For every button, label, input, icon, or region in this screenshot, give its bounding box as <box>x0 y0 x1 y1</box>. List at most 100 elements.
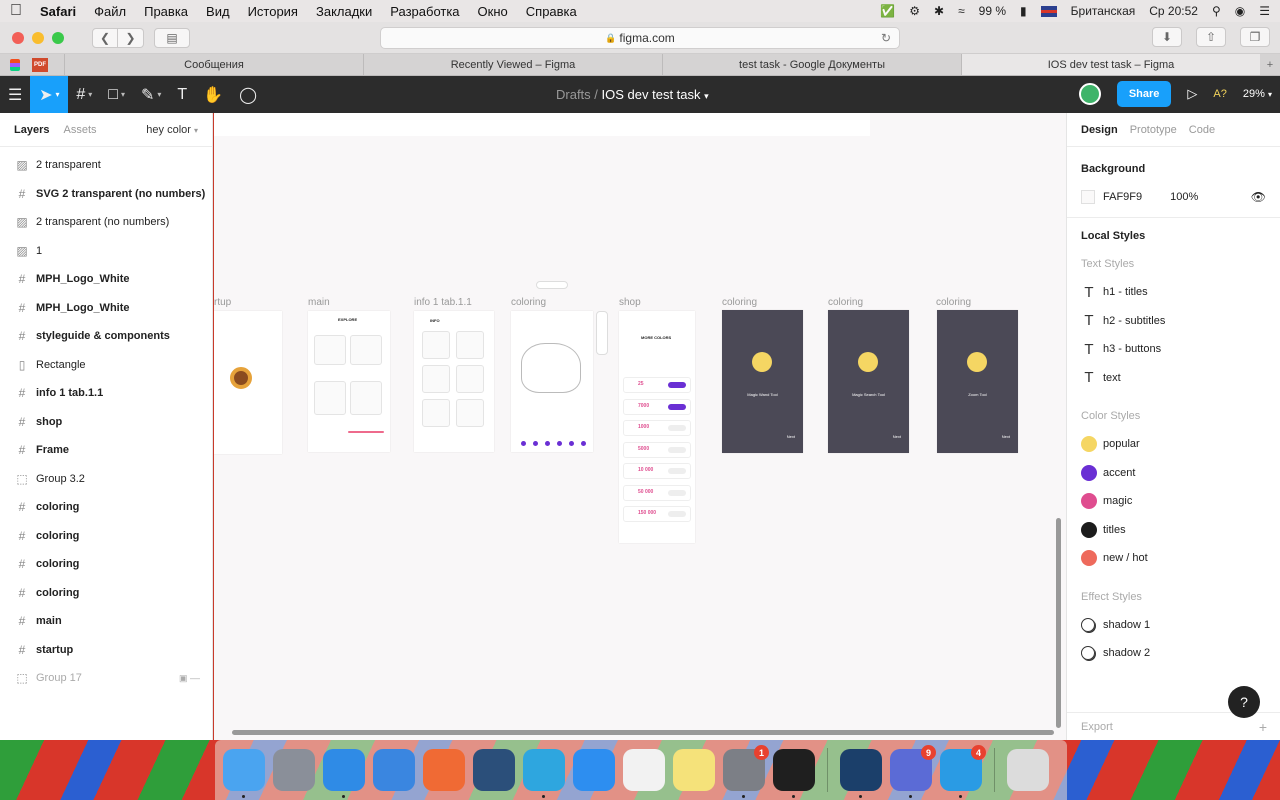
dock-app-telegram-icon[interactable] <box>523 749 565 798</box>
tab-recently-viewed[interactable]: Recently Viewed – Figma <box>363 54 662 75</box>
frame-label-shop[interactable]: shop <box>619 297 641 308</box>
accessibility-badge[interactable]: A? <box>1213 88 1226 100</box>
styleguide-frame-partial[interactable] <box>214 113 870 136</box>
dock-app-discord-icon[interactable]: 9 <box>890 745 936 798</box>
close-window-button[interactable] <box>12 31 24 44</box>
layer-row[interactable]: ⬚ Group 3.2 <box>0 465 212 494</box>
background-row[interactable]: FAF9F9 100% 👁 <box>1067 183 1280 211</box>
coloring-artboard-1[interactable] <box>511 311 593 452</box>
dock-app-trash-icon[interactable] <box>1007 749 1049 791</box>
main-artboard[interactable]: EXPLORE <box>308 311 390 452</box>
spotlight-search-icon[interactable]: ⚲ <box>1212 4 1221 18</box>
layer-row[interactable]: # coloring <box>0 522 212 551</box>
color-pill-component[interactable] <box>536 281 568 289</box>
file-breadcrumb[interactable]: Drafts / IOS dev test task ▾ <box>556 87 709 102</box>
back-arrow-icon[interactable]: ❮ <box>92 27 118 48</box>
text-tool-icon[interactable]: T <box>169 76 195 113</box>
notification-center-icon[interactable]: ☰ <box>1259 4 1270 18</box>
tab-assets[interactable]: Assets <box>63 124 96 136</box>
effect-style-row[interactable]: shadow 2 <box>1067 639 1280 668</box>
lock-hide-icon[interactable]: ▣ ‒‒ <box>179 673 200 684</box>
comment-tool-icon[interactable]: ◯ <box>231 76 265 113</box>
background-swatch[interactable] <box>1081 190 1095 204</box>
text-style-row[interactable]: Th2 - subtitles <box>1067 307 1280 336</box>
frame-label-coloring-4[interactable]: coloring <box>936 297 971 308</box>
frame-label-coloring-3[interactable]: coloring <box>828 297 863 308</box>
tab-messages[interactable]: Сообщения <box>64 54 363 75</box>
dock-app-instruments-icon[interactable] <box>423 749 465 791</box>
checkmark-status-icon[interactable]: ✅ <box>880 4 895 18</box>
startup-artboard[interactable] <box>214 311 282 454</box>
layer-row[interactable]: ⬚ Group 17 ▣ ‒‒ <box>0 664 212 693</box>
layer-row[interactable]: # coloring <box>0 579 212 608</box>
zoom-level[interactable]: 29% ▾ <box>1243 88 1272 100</box>
shop-artboard[interactable]: MORE COLORS 25 7000 1000 5000 10 000 50 000 15… <box>619 311 695 543</box>
text-style-row[interactable]: Th3 - buttons <box>1067 335 1280 364</box>
horizontal-scrollbar[interactable] <box>232 730 1054 735</box>
text-style-row[interactable]: Ttext <box>1067 364 1280 393</box>
dock-app-music-icon[interactable] <box>623 749 665 791</box>
add-export-icon[interactable]: + <box>1259 719 1267 735</box>
pdf-pinned-icon[interactable]: PDF <box>32 57 48 72</box>
menu-history[interactable]: История <box>248 4 298 19</box>
dock-app-safari-icon[interactable] <box>323 749 365 798</box>
battery-icon[interactable]: ▮ <box>1020 4 1027 18</box>
tab-layers[interactable]: Layers <box>14 124 49 136</box>
sidebar-toggle-icon[interactable]: ▤ <box>154 27 190 48</box>
figma-canvas[interactable]: rtup main info 1 tab.1.1 coloring shop c… <box>214 113 1066 740</box>
color-style-row[interactable]: titles <box>1067 516 1280 545</box>
siri-icon[interactable]: ◉ <box>1235 4 1245 18</box>
share-sheet-icon[interactable]: ⇧ <box>1196 27 1226 47</box>
layer-row[interactable]: # main <box>0 607 212 636</box>
uk-flag-icon[interactable] <box>1040 5 1057 17</box>
gear-status-icon[interactable]: ⚙ <box>909 4 920 18</box>
tool-card-artboard[interactable]: Magic Search Tool Next <box>828 310 909 453</box>
pen-tool-icon[interactable]: ✎ ▾ <box>133 76 169 113</box>
info-artboard[interactable]: INFO <box>414 311 494 452</box>
menu-help[interactable]: Справка <box>526 4 577 19</box>
layer-row[interactable]: # startup <box>0 636 212 665</box>
menu-window[interactable]: Окно <box>478 4 508 19</box>
layer-row[interactable]: # styleguide & components <box>0 322 212 351</box>
dock-app-finder-icon[interactable] <box>223 749 265 798</box>
tool-card-artboard[interactable]: Magic Wand Tool Next <box>722 310 803 453</box>
dock-app-terminal-icon[interactable] <box>773 749 815 798</box>
share-button[interactable]: Share <box>1116 81 1172 107</box>
hamburger-menu-icon[interactable]: ☰ <box>0 76 30 113</box>
wifi-icon[interactable]: ≈ <box>958 4 965 18</box>
frame-label-startup[interactable]: rtup <box>214 297 231 308</box>
layer-row[interactable]: ▨ 2 transparent (no numbers) <box>0 208 212 237</box>
apple-menu-icon[interactable]:  <box>10 2 22 20</box>
frame-label-coloring-2[interactable]: coloring <box>722 297 757 308</box>
text-style-row[interactable]: Th1 - titles <box>1067 278 1280 307</box>
zoom-window-button[interactable] <box>52 31 64 44</box>
tab-figma-file[interactable]: IOS dev test task – Figma <box>961 54 1260 75</box>
forward-arrow-icon[interactable]: ❯ <box>118 27 144 48</box>
dock-app-jump-desktop-icon[interactable] <box>473 749 515 791</box>
move-tool-icon[interactable]: ➤ ▾ <box>30 76 69 113</box>
bluetooth-icon[interactable]: ✱ <box>934 4 944 18</box>
color-style-row[interactable]: popular <box>1067 430 1280 459</box>
chevron-down-icon[interactable]: ▾ <box>704 91 709 101</box>
background-opacity[interactable]: 100% <box>1170 191 1198 203</box>
frame-label-main[interactable]: main <box>308 297 330 308</box>
color-style-row[interactable]: magic <box>1067 487 1280 516</box>
battery-percent[interactable]: 99 % <box>979 4 1006 18</box>
menu-edit[interactable]: Правка <box>144 4 188 19</box>
side-toolbar-component[interactable] <box>596 311 608 355</box>
help-button[interactable]: ? <box>1228 686 1260 718</box>
layer-row[interactable]: ▯ Rectangle <box>0 351 212 380</box>
background-hex[interactable]: FAF9F9 <box>1103 191 1142 203</box>
tool-card-artboard[interactable]: Zoom Tool Next <box>937 310 1018 453</box>
tab-code[interactable]: Code <box>1189 124 1215 136</box>
layer-row[interactable]: # coloring <box>0 493 212 522</box>
file-name[interactable]: IOS dev test task <box>602 87 701 102</box>
layer-row[interactable]: # MPH_Logo_White <box>0 294 212 323</box>
menu-bookmarks[interactable]: Закладки <box>316 4 372 19</box>
dock-app-notes-icon[interactable] <box>673 749 715 791</box>
menu-file[interactable]: Файл <box>94 4 126 19</box>
layer-row[interactable]: # info 1 tab.1.1 <box>0 379 212 408</box>
color-style-row[interactable]: accent <box>1067 459 1280 488</box>
hand-tool-icon[interactable]: ✋ <box>195 76 231 113</box>
shape-tool-icon[interactable]: □ ▾ <box>100 76 133 113</box>
